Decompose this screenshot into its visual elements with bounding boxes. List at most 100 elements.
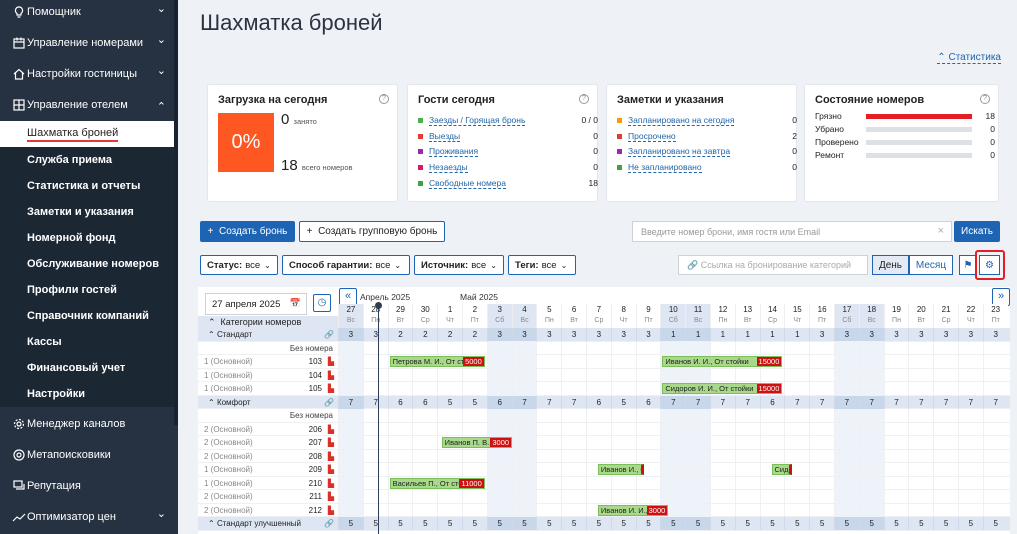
grid-cell[interactable] (486, 341, 512, 355)
grid-cell[interactable] (734, 422, 760, 436)
grid-cell[interactable] (610, 355, 636, 368)
grid-cell[interactable] (511, 355, 537, 368)
guests-row-link[interactable]: Заезды / Горящая бронь (429, 115, 526, 126)
grid-cell[interactable] (561, 382, 586, 395)
grid-cell[interactable] (933, 476, 958, 490)
grid-cell[interactable] (437, 422, 462, 436)
grid-cell[interactable] (933, 409, 958, 422)
grid-cell[interactable] (685, 490, 710, 503)
create-booking-button[interactable]: + Создать бронь (200, 221, 295, 242)
grid-cell[interactable] (437, 503, 462, 517)
grid-cell[interactable] (958, 422, 983, 436)
grid-cell[interactable] (635, 422, 661, 436)
grid-cell[interactable] (834, 422, 859, 436)
grid-cell[interactable] (958, 355, 983, 368)
grid-cell[interactable] (412, 382, 437, 395)
grid-cell[interactable] (635, 341, 661, 355)
grid-cell[interactable] (809, 449, 834, 463)
grid-cell[interactable] (883, 409, 909, 422)
grid-cell[interactable] (958, 341, 983, 355)
grid-cell[interactable] (784, 449, 809, 463)
grid-cell[interactable] (734, 341, 760, 355)
grid-cell[interactable] (586, 409, 611, 422)
grid-cell[interactable] (536, 355, 561, 368)
grid-cell[interactable] (710, 490, 735, 503)
grid-cell[interactable] (933, 449, 958, 463)
grid-cell[interactable] (933, 341, 958, 355)
grid-cell[interactable] (858, 341, 884, 355)
grid-cell[interactable] (734, 503, 760, 517)
grid-cell[interactable] (734, 449, 760, 463)
grid-cell[interactable] (387, 449, 413, 463)
grid-cell[interactable] (610, 368, 636, 382)
sidebar-subitem[interactable]: Настройки (0, 381, 178, 407)
grid-cell[interactable] (759, 436, 785, 449)
grid-cell[interactable] (685, 341, 710, 355)
grid-cell[interactable] (908, 422, 933, 436)
grid-cell[interactable] (586, 436, 611, 449)
grid-cell[interactable] (759, 449, 785, 463)
grid-cell[interactable] (809, 490, 834, 503)
grid-cell[interactable] (883, 476, 909, 490)
grid-cell[interactable] (734, 409, 760, 422)
grid-cell[interactable] (561, 476, 586, 490)
grid-cell[interactable] (387, 422, 413, 436)
room-row[interactable]: 1 (Основной) 210 ▙ Васильев П., От сто 11000 (198, 476, 1010, 490)
grid-cell[interactable] (784, 476, 809, 490)
grid-cell[interactable] (511, 409, 537, 422)
filter-dropdown[interactable]: Способ гарантии: все ⌄ (282, 255, 410, 275)
grid-cell[interactable] (462, 341, 487, 355)
grid-cell[interactable] (933, 355, 958, 368)
grid-cell[interactable] (387, 341, 413, 355)
grid-cell[interactable] (511, 490, 537, 503)
grid-cell[interactable] (387, 436, 413, 449)
grid-cell[interactable] (462, 368, 487, 382)
grid-cell[interactable] (635, 449, 661, 463)
grid-cell[interactable] (958, 409, 983, 422)
grid-cell[interactable] (685, 449, 710, 463)
grid-cell[interactable] (883, 449, 909, 463)
grid-cell[interactable] (511, 436, 537, 449)
grid-cell[interactable] (908, 436, 933, 449)
grid-cell[interactable] (933, 422, 958, 436)
grid-cell[interactable] (982, 422, 1008, 436)
grid-cell[interactable] (387, 503, 413, 517)
grid-cell[interactable] (437, 409, 462, 422)
grid-cell[interactable] (858, 463, 884, 476)
filter-dropdown[interactable]: Статус: все ⌄ (200, 255, 278, 275)
grid-cell[interactable] (710, 463, 735, 476)
grid-cell[interactable] (412, 368, 437, 382)
sidebar-item[interactable]: Репутация (0, 470, 178, 501)
room-row[interactable]: Без номера (198, 341, 1010, 355)
grid-cell[interactable] (834, 490, 859, 503)
notes-row[interactable]: Запланировано на завтра 0 (617, 146, 797, 158)
grid-cell[interactable] (883, 490, 909, 503)
grid-cell[interactable] (784, 503, 809, 517)
grid-cell[interactable] (462, 463, 487, 476)
grid-cell[interactable] (710, 436, 735, 449)
grid-cell[interactable] (462, 422, 487, 436)
grid-cell[interactable] (908, 341, 933, 355)
grid-cell[interactable] (462, 490, 487, 503)
grid-cell[interactable] (982, 355, 1008, 368)
grid-cell[interactable] (660, 436, 686, 449)
grid-cell[interactable] (883, 368, 909, 382)
grid-cell[interactable] (610, 422, 636, 436)
grid-cell[interactable] (511, 449, 537, 463)
grid-cell[interactable] (536, 463, 561, 476)
room-row[interactable]: Без номера (198, 409, 1010, 423)
guests-row[interactable]: Незаезды 0 (418, 162, 598, 174)
grid-cell[interactable] (883, 422, 909, 436)
booking-bar[interactable]: Иванов И. И., От стойки 15000 (662, 356, 783, 367)
grid-cell[interactable] (610, 382, 636, 395)
grid-cell[interactable] (834, 476, 859, 490)
grid-cell[interactable] (858, 476, 884, 490)
grid-cell[interactable] (536, 409, 561, 422)
grid-cell[interactable] (486, 490, 512, 503)
grid-cell[interactable] (982, 368, 1008, 382)
grid-cell[interactable] (511, 368, 537, 382)
grid-cell[interactable] (734, 368, 760, 382)
grid-cell[interactable] (883, 355, 909, 368)
grid-cell[interactable] (685, 503, 710, 517)
help-icon[interactable]: ? (579, 94, 589, 104)
